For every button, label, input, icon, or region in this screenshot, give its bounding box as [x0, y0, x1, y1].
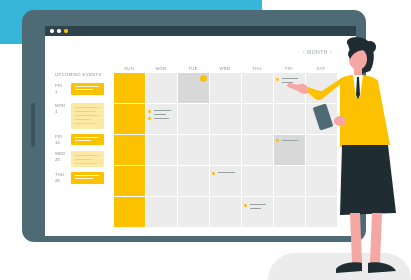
event-dot-icon — [148, 110, 151, 113]
event-card[interactable] — [71, 172, 104, 184]
event-dot-icon — [148, 117, 151, 120]
event-dot-icon — [244, 204, 247, 207]
day-cell[interactable] — [210, 135, 241, 165]
event-date-label: MON 4 — [55, 103, 66, 114]
event-date-label: FRI 1 — [55, 83, 62, 94]
day-cell[interactable] — [210, 166, 241, 196]
day-cell[interactable] — [178, 197, 209, 227]
day-cell[interactable] — [146, 166, 177, 196]
event-date-label: FRI 15 — [55, 134, 62, 145]
day-cell[interactable] — [210, 73, 241, 103]
event-line — [250, 208, 261, 209]
event-line — [154, 110, 171, 111]
today-marker-icon — [200, 75, 207, 82]
day-cell-sun[interactable] — [114, 197, 145, 227]
event-card[interactable] — [71, 151, 104, 167]
event-card[interactable] — [71, 103, 104, 129]
day-header-sun: SUN — [124, 66, 134, 71]
event-dot-icon — [212, 172, 215, 175]
day-header-wed: WED — [219, 66, 231, 71]
event-line — [154, 114, 166, 115]
day-cell[interactable] — [178, 135, 209, 165]
day-cell[interactable] — [210, 104, 241, 134]
day-cell[interactable] — [146, 197, 177, 227]
upcoming-events-title: UPCOMING EVENTS — [55, 72, 102, 77]
day-cell-sun[interactable] — [114, 135, 145, 165]
day-cell[interactable] — [210, 197, 241, 227]
event-date-label: THU 26 — [55, 172, 64, 183]
day-cell[interactable] — [146, 135, 177, 165]
day-cell[interactable] — [178, 104, 209, 134]
event-line — [218, 172, 235, 173]
event-card[interactable] — [71, 83, 104, 95]
tablet-home-button[interactable] — [31, 103, 35, 147]
event-card[interactable] — [71, 134, 104, 145]
day-cell-sun[interactable] — [114, 166, 145, 196]
day-cell[interactable] — [146, 73, 177, 103]
woman-pointing-icon — [287, 37, 396, 273]
day-cell-sun[interactable] — [114, 73, 145, 103]
window-dot-close[interactable] — [50, 29, 54, 33]
window-dot-minimize[interactable] — [57, 29, 61, 33]
day-cell-sun[interactable] — [114, 104, 145, 134]
window-dot-maximize[interactable] — [64, 29, 68, 33]
day-cell[interactable] — [178, 166, 209, 196]
event-line — [154, 118, 169, 119]
day-header-tue: TUE — [188, 66, 198, 71]
day-header-mon: MON — [155, 66, 167, 71]
event-date-label: WED 20 — [55, 151, 66, 162]
